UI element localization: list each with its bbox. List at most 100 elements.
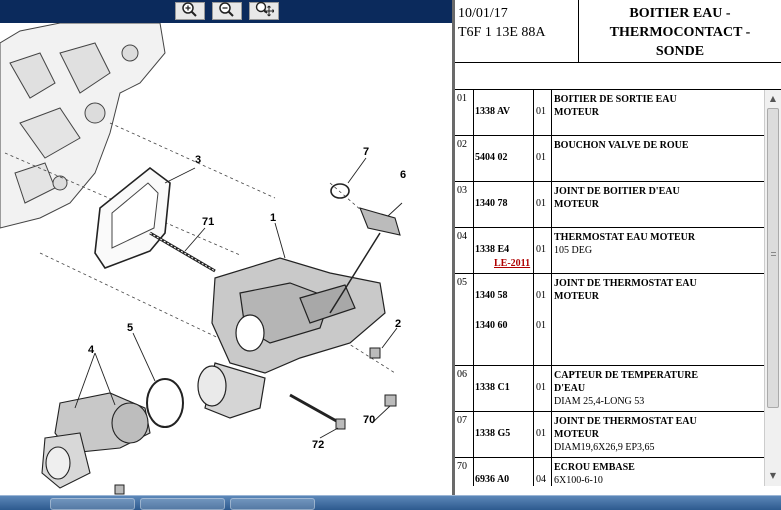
part-reference[interactable]: 1338 C1: [475, 382, 510, 393]
header-code: T6F 1 13E 88A: [458, 25, 546, 40]
description-line: ECROU EMBASE: [554, 462, 635, 473]
description-cell: JOINT DE THERMOSTAT EAU MOTEUR DIAM19,6X…: [552, 412, 764, 457]
callout-72: 72: [312, 439, 324, 451]
parts-table: 01 1338 AV 01 BOITIER DE SORTIE EAU MOTE…: [455, 90, 781, 486]
quantity: 01: [536, 320, 546, 331]
description-line: JOINT DE BOITIER D'EAU: [554, 186, 680, 197]
table-row[interactable]: 05 1340 58 1340 60 01 01 JOINT DE THERMO…: [455, 274, 764, 366]
quantity-cell: 04: [534, 458, 552, 486]
applicability-link[interactable]: LE-2011: [494, 258, 530, 269]
description-line: MOTEUR: [554, 199, 599, 210]
description-cell: JOINT DE BOITIER D'EAU MOTEUR: [552, 182, 764, 227]
zoom-toolbar: [0, 0, 452, 23]
table-row[interactable]: 07 1338 G5 01 JOINT DE THERMOSTAT EAU MO…: [455, 412, 764, 458]
page-title: BOITIER EAU - THERMOCONTACT - SONDE: [579, 0, 781, 63]
grip-icon: [771, 252, 776, 256]
part-reference[interactable]: 1338 AV: [475, 106, 510, 117]
quantity: 01: [536, 198, 546, 209]
description-detail: DIAM19,6X26,9 EP3,65: [554, 442, 655, 453]
description-line: MOTEUR: [554, 429, 599, 440]
title-line: THERMOCONTACT -: [609, 25, 751, 40]
description-line: BOUCHON VALVE DE ROUE: [554, 140, 689, 151]
quantity-cell: 01: [534, 182, 552, 227]
taskbar-button[interactable]: [230, 498, 315, 510]
zoom-in-icon: [180, 1, 200, 22]
quantity: 01: [536, 244, 546, 255]
quantity: 01: [536, 428, 546, 439]
taskbar-button[interactable]: [140, 498, 225, 510]
table-row[interactable]: 03 1340 78 01 JOINT DE BOITIER D'EAU MOT…: [455, 182, 764, 228]
description-line: THERMOSTAT EAU MOTEUR: [554, 232, 696, 243]
part-reference-cell: 1338 G5: [474, 412, 534, 457]
row-number: 01: [455, 90, 474, 135]
taskbar-button[interactable]: [50, 498, 135, 510]
part-reference-cell: 5404 02: [474, 136, 534, 181]
taskbar: [0, 495, 781, 510]
quantity: 01: [536, 152, 546, 163]
quantity: 01: [536, 106, 546, 117]
zoom-fit-button[interactable]: [249, 1, 279, 22]
scrollbar-thumb[interactable]: [767, 108, 779, 408]
description-cell: JOINT DE THERMOSTAT EAU MOTEUR: [552, 274, 764, 365]
part-reference[interactable]: 1340 60: [475, 320, 508, 331]
table-row[interactable]: 06 1338 C1 01 CAPTEUR DE TEMPERATURE D'E…: [455, 366, 764, 412]
description-detail: 105 DEG: [554, 245, 593, 256]
table-row[interactable]: 01 1338 AV 01 BOITIER DE SORTIE EAU MOTE…: [455, 90, 764, 136]
part-reference[interactable]: 1340 58: [475, 290, 508, 301]
description-line: MOTEUR: [554, 291, 599, 302]
row-number: 70: [455, 458, 474, 486]
callout-7: 7: [363, 146, 369, 158]
description-line: D'EAU: [554, 383, 586, 394]
scroll-up-arrow-icon[interactable]: ▲: [767, 93, 779, 105]
part-reference-cell: 1340 58 1340 60: [474, 274, 534, 365]
callout-5: 5: [127, 322, 133, 334]
quantity: 01: [536, 290, 546, 301]
quantity-cell: 01: [534, 90, 552, 135]
description-cell: CAPTEUR DE TEMPERATURE D'EAU DIAM 25,4-L…: [552, 366, 764, 411]
quantity-cell: 01: [534, 412, 552, 457]
callout-4: 4: [88, 344, 95, 356]
water-outlet-housing-drawing: [197, 257, 386, 419]
part-reference[interactable]: 5404 02: [475, 152, 508, 163]
callout-1: 1: [270, 212, 276, 224]
exploded-parts-diagram: 3 71 1 7 6 2 70 5 4 72: [0, 23, 406, 495]
zoom-in-button[interactable]: [175, 1, 205, 22]
part-reference-cell: 1340 78: [474, 182, 534, 227]
zoom-out-button[interactable]: [212, 1, 242, 20]
row-number: 04: [455, 228, 474, 273]
table-row[interactable]: 02 5404 02 01 BOUCHON VALVE DE ROUE: [455, 136, 764, 182]
part-reference[interactable]: 6936 A0: [475, 474, 509, 485]
thermostat-drawing: [41, 392, 151, 489]
description-line: JOINT DE THERMOSTAT EAU: [554, 278, 697, 289]
part-reference-cell: 1338 C1: [474, 366, 534, 411]
header-info: 10/01/17 T6F 1 13E 88A: [455, 0, 579, 63]
description-line: JOINT DE THERMOSTAT EAU: [554, 416, 697, 427]
table-scrollbar[interactable]: ▲ ▼: [764, 90, 781, 486]
description-cell: BOITIER DE SORTIE EAU MOTEUR: [552, 90, 764, 135]
callout-70: 70: [363, 414, 375, 426]
description-line: BOITIER DE SORTIE EAU: [554, 94, 677, 105]
table-row[interactable]: 04 1338 E4 LE-2011 01 THERMOSTAT EAU MOT…: [455, 228, 764, 274]
scroll-down-arrow-icon[interactable]: ▼: [767, 470, 779, 482]
part-reference[interactable]: 1338 E4: [475, 244, 509, 255]
row-number: 02: [455, 136, 474, 181]
description-line: MOTEUR: [554, 107, 599, 118]
quantity: 01: [536, 382, 546, 393]
callout-2: 2: [395, 318, 401, 330]
row-number: 06: [455, 366, 474, 411]
quantity-cell: 01 01: [534, 274, 552, 365]
callout-71: 71: [202, 216, 214, 228]
description-detail: 6X100-6-10: [554, 475, 603, 486]
part-reference-cell: 1338 E4 LE-2011: [474, 228, 534, 273]
row-number: 07: [455, 412, 474, 457]
header-date: 10/01/17: [458, 6, 508, 21]
description-detail: DIAM 25,4-LONG 53: [554, 396, 645, 407]
title-line: BOITIER EAU -: [629, 6, 731, 21]
row-number: 05: [455, 274, 474, 365]
table-row[interactable]: 70 6936 A0 04 ECROU EMBASE 6X100-6-10: [455, 458, 764, 486]
part-reference[interactable]: 1340 78: [475, 198, 508, 209]
diagram-pane: 3 71 1 7 6 2 70 5 4 72: [0, 0, 452, 495]
zoom-fit-icon: [254, 1, 275, 22]
part-reference[interactable]: 1338 G5: [475, 428, 510, 439]
row-number: 03: [455, 182, 474, 227]
